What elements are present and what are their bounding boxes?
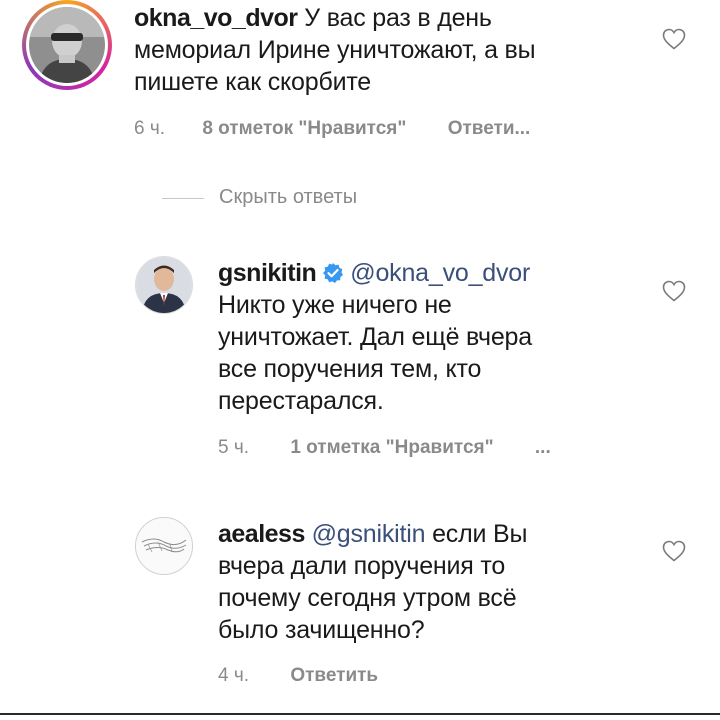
bottom-border xyxy=(0,713,720,715)
comment-text-line: У вас раз в день xyxy=(304,4,492,32)
likes-count-link[interactable]: 8 отметок "Нравится" xyxy=(202,118,406,140)
comment-username[interactable]: aealess xyxy=(218,520,305,548)
comment-text-line: пишете как скорбите xyxy=(134,68,372,96)
comment-text-line: почему сегодня утром всё xyxy=(218,584,517,612)
heart-outline-icon[interactable] xyxy=(662,28,686,50)
comment-text-line: было зачищенно? xyxy=(218,616,425,644)
comment-text-line: все поручения тем, кто xyxy=(218,355,482,383)
hide-replies-button[interactable]: Скрыть ответы xyxy=(219,186,357,209)
comment-text-line: уничтожает. Дал ещё вчера xyxy=(218,323,532,351)
reply-button[interactable]: Ответи... xyxy=(448,118,531,140)
comment-username[interactable]: okna_vo_dvor xyxy=(134,4,298,32)
more-options-button[interactable]: ... xyxy=(535,437,551,459)
comment-username[interactable]: gsnikitin xyxy=(218,259,317,287)
comment-time: 4 ч. xyxy=(218,665,250,686)
heart-outline-icon[interactable] xyxy=(662,280,686,302)
mention-link[interactable]: @gsnikitin xyxy=(312,520,426,548)
avatar-gsnikitin[interactable] xyxy=(135,256,193,314)
likes-count-link[interactable]: 1 отметка "Нравится" xyxy=(290,437,493,459)
comment-text-line: мемориал Ирине уничтожают, а вы xyxy=(134,36,536,64)
comment-text-line: перестарался. xyxy=(218,387,384,415)
avatar-aealess[interactable] xyxy=(135,517,193,575)
profile-photo xyxy=(136,257,192,313)
verified-badge-icon xyxy=(323,263,344,283)
comment-text-line: если Вы xyxy=(432,520,528,548)
comment-time: 5 ч. xyxy=(218,437,250,458)
reply-button[interactable]: Ответить xyxy=(290,665,378,687)
comment-text-line: Никто уже ничего не xyxy=(218,291,452,319)
profile-photo xyxy=(29,7,105,83)
avatar-okna-vo-dvor[interactable] xyxy=(22,0,112,90)
replies-divider xyxy=(162,198,204,199)
profile-photo xyxy=(136,518,192,574)
mention-link[interactable]: @okna_vo_dvor xyxy=(350,259,530,287)
heart-outline-icon[interactable] xyxy=(662,540,686,562)
comment-time: 6 ч. xyxy=(134,118,166,139)
comment-text-line: вчера дали поручения то xyxy=(218,552,506,580)
